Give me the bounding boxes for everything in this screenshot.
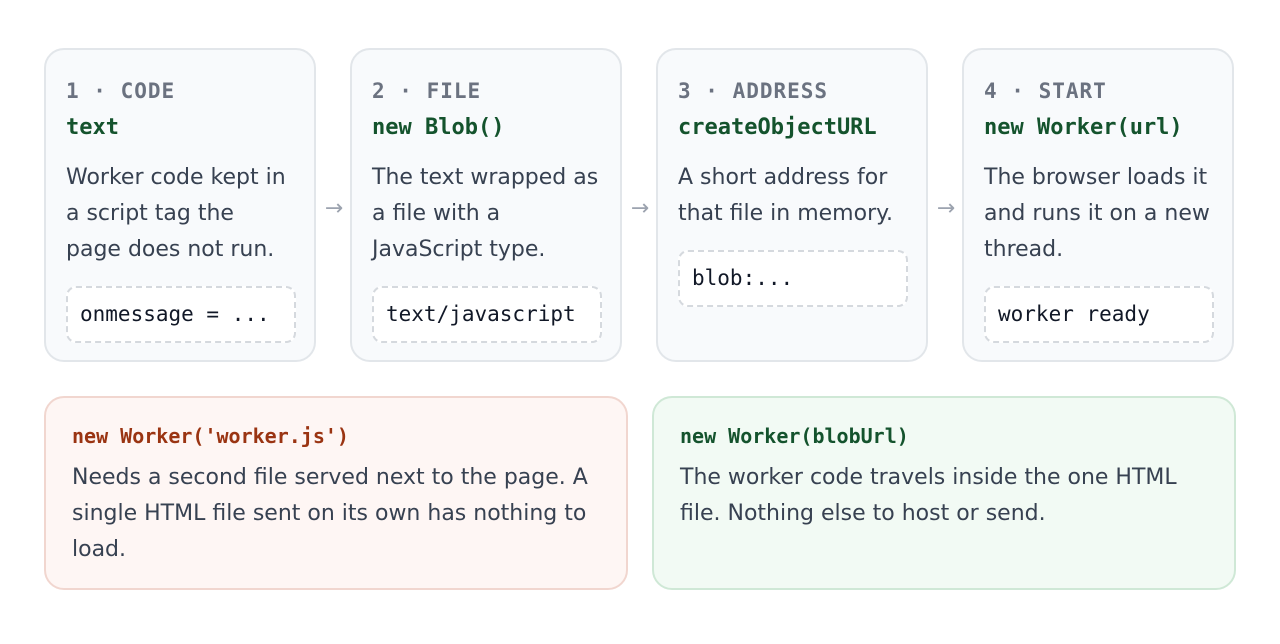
panel-description: The worker code travels inside the one H… [680, 465, 1177, 526]
step-label: 3 · ADDRESS [678, 79, 829, 103]
arrow-icon: → [936, 196, 956, 221]
step-chip: worker ready [984, 286, 1214, 343]
step-description: Worker code kept in a script tag the pag… [66, 165, 286, 262]
step-label: 4 · START [984, 79, 1107, 103]
step-description: A short address for that file in memory. [678, 165, 893, 226]
step-card-address: 3 · ADDRESS createObjectURL A short addr… [656, 48, 928, 362]
arrow-icon: → [324, 196, 344, 221]
panel-file-worker: new Worker('worker.js') Needs a second f… [44, 396, 628, 590]
step-card-file: 2 · FILE new Blob() The text wrapped as … [350, 48, 622, 362]
step-chip: blob:... [678, 250, 908, 307]
step-label: 1 · CODE [66, 79, 176, 103]
step-code: text [66, 115, 119, 140]
step-card-start: 4 · START new Worker(url) The browser lo… [962, 48, 1234, 362]
step-code: new Blob() [372, 115, 505, 140]
step-label: 2 · FILE [372, 79, 482, 103]
step-chip: onmessage = ... [66, 286, 296, 343]
arrow-icon: → [630, 196, 650, 221]
step-code: new Worker(url) [984, 115, 1183, 140]
panel-blob-worker: new Worker(blobUrl) The worker code trav… [652, 396, 1236, 590]
step-description: The browser loads it and runs it on a ne… [984, 165, 1210, 262]
panel-description: Needs a second file served next to the p… [72, 465, 588, 562]
panel-code: new Worker('worker.js') [72, 424, 349, 448]
step-card-code: 1 · CODE text Worker code kept in a scri… [44, 48, 316, 362]
step-code: createObjectURL [678, 115, 877, 140]
step-description: The text wrapped as a file with a JavaSc… [372, 165, 599, 262]
step-chip: text/javascript [372, 286, 602, 343]
panel-code: new Worker(blobUrl) [680, 424, 909, 448]
